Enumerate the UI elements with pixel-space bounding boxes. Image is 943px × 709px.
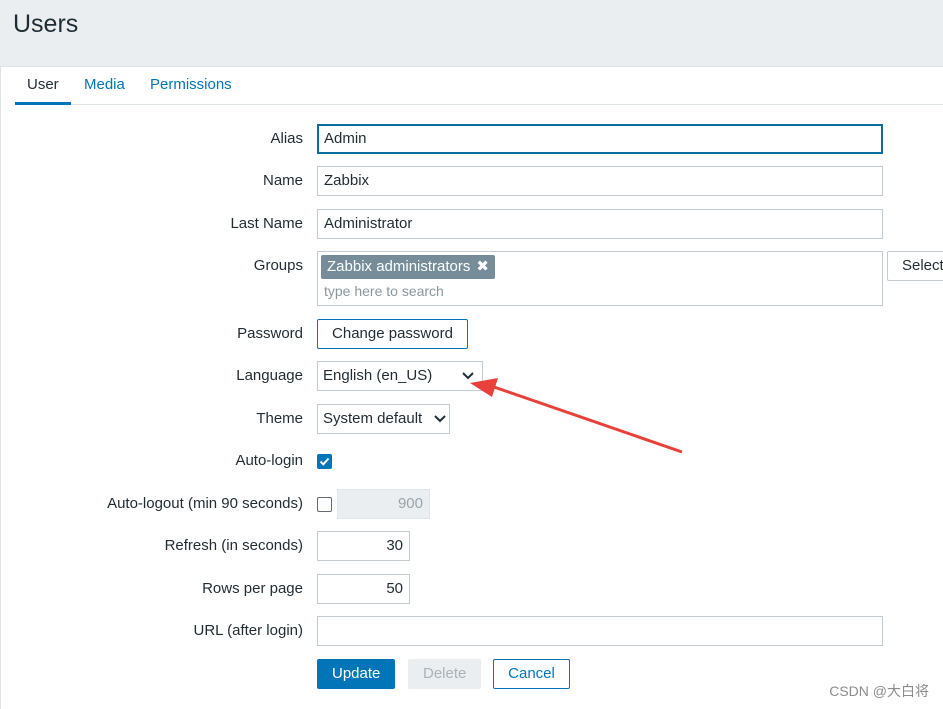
annotation-arrow xyxy=(470,378,683,454)
annotation-arrow-line xyxy=(493,385,683,454)
watermark: CSDN @大白将 xyxy=(829,683,929,699)
annotation-arrow-head xyxy=(470,378,498,397)
